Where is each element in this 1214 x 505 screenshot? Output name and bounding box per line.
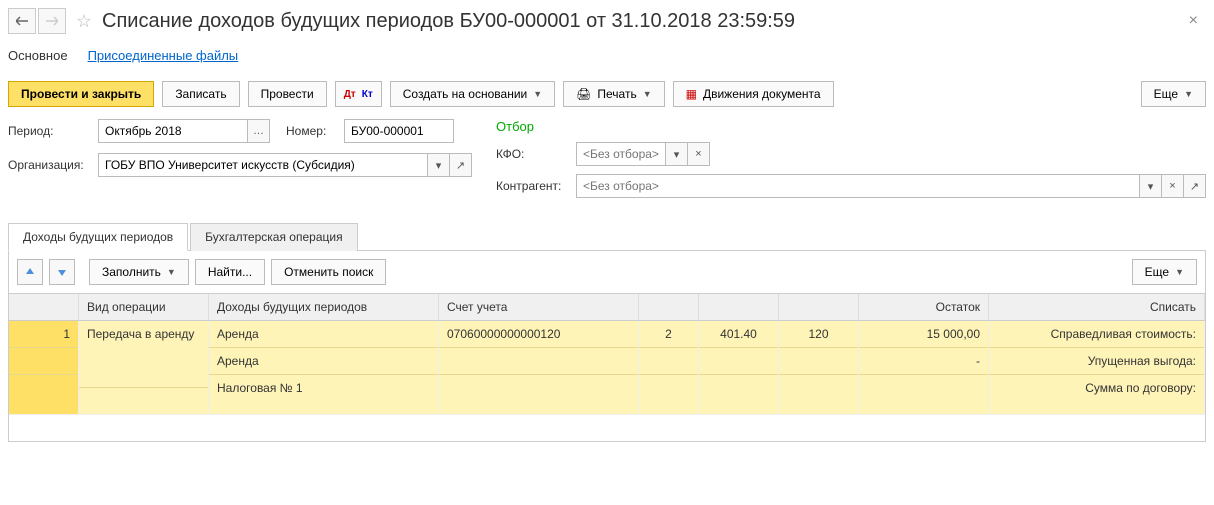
col-num-header[interactable] — [9, 294, 79, 320]
op-value: Передача в аренду — [79, 321, 208, 361]
w3: Сумма по договору: — [989, 375, 1204, 401]
org-input[interactable] — [98, 153, 428, 177]
col-write-header[interactable]: Списать — [989, 294, 1205, 320]
chevron-down-icon: ▼ — [1175, 267, 1184, 277]
cell-op: Передача в аренду — [79, 321, 209, 415]
chevron-down-icon: ▼ — [167, 267, 176, 277]
org-label: Организация: — [8, 158, 90, 172]
cell-write: Справедливая стоимость: Упущенная выгода… — [989, 321, 1205, 415]
data-grid: Вид операции Доходы будущих периодов Сче… — [8, 293, 1206, 442]
print-label: Печать — [597, 87, 636, 101]
tab-accounting[interactable]: Бухгалтерская операция — [190, 223, 357, 251]
cell-rest: 15 000,00 - — [859, 321, 989, 415]
print-button[interactable]: 🖨 Печать ▼ — [563, 81, 664, 107]
kfo-label: КФО: — [496, 147, 568, 161]
dbp1: Аренда — [209, 321, 438, 348]
w1: Справедливая стоимость: — [989, 321, 1204, 348]
table-more-button[interactable]: Еще ▼ — [1132, 259, 1197, 285]
cell-dbp: Аренда Аренда Налоговая № 1 — [209, 321, 439, 415]
section-tab-files[interactable]: Присоединенные файлы — [88, 44, 239, 67]
kfo-input[interactable] — [576, 142, 666, 166]
cell-num: 1 — [9, 321, 79, 415]
a3-value: 120 — [779, 321, 858, 348]
document-title: Списание доходов будущих периодов БУ00-0… — [102, 10, 795, 33]
dtkt-button[interactable]: ДтКт — [335, 81, 382, 107]
tab-incomes[interactable]: Доходы будущих периодов — [8, 223, 188, 251]
contr-open-button[interactable]: ↗ — [1184, 174, 1206, 198]
period-select-button[interactable]: … — [248, 119, 270, 143]
acc-value: 07060000000000120 — [439, 321, 638, 348]
cell-acc: 07060000000000120 — [439, 321, 639, 415]
movements-label: Движения документа — [703, 87, 821, 101]
col-a3-header[interactable] — [779, 294, 859, 320]
fill-button[interactable]: Заполнить ▼ — [89, 259, 189, 285]
create-based-button[interactable]: Создать на основании ▼ — [390, 81, 555, 107]
table-row[interactable]: 1 Передача в аренду Аренда Аренда Налого… — [9, 321, 1205, 415]
number-label: Номер: — [286, 124, 336, 138]
save-button[interactable]: Записать — [162, 81, 239, 107]
movements-button[interactable]: ▦ Движения документа — [673, 81, 834, 107]
dbp2: Аренда — [209, 348, 438, 375]
org-open-button[interactable]: ↗ — [450, 153, 472, 177]
contr-clear-button[interactable]: × — [1162, 174, 1184, 198]
col-op-header[interactable]: Вид операции — [79, 294, 209, 320]
dbp3: Налоговая № 1 — [209, 375, 438, 401]
close-button[interactable]: × — [1181, 8, 1206, 34]
contr-label: Контрагент: — [496, 179, 568, 193]
col-acc-header[interactable]: Счет учета — [439, 294, 639, 320]
printer-icon: 🖨 — [576, 87, 591, 101]
col-a1-header[interactable] — [639, 294, 699, 320]
forward-button[interactable] — [38, 8, 66, 34]
col-rest-header[interactable]: Остаток — [859, 294, 989, 320]
kfo-clear-button[interactable]: × — [688, 142, 710, 166]
more-label: Еще — [1154, 87, 1178, 101]
cell-a1: 2 — [639, 321, 699, 415]
contr-dropdown-button[interactable]: ▾ — [1140, 174, 1162, 198]
period-label: Период: — [8, 124, 90, 138]
fill-label: Заполнить — [102, 265, 161, 279]
cancel-find-button[interactable]: Отменить поиск — [271, 259, 386, 285]
a2-value: 401.40 — [699, 321, 778, 348]
number-input[interactable] — [344, 119, 454, 143]
chevron-down-icon: ▼ — [1184, 89, 1193, 99]
period-input[interactable] — [98, 119, 248, 143]
post-and-close-button[interactable]: Провести и закрыть — [8, 81, 154, 107]
more-button[interactable]: Еще ▼ — [1141, 81, 1206, 107]
kfo-dropdown-button[interactable]: ▾ — [666, 142, 688, 166]
create-based-label: Создать на основании — [403, 87, 528, 101]
document-icon: ▦ — [686, 87, 697, 101]
a1-value: 2 — [639, 321, 698, 348]
row-number: 1 — [9, 321, 78, 348]
move-up-button[interactable] — [17, 259, 43, 285]
section-tab-main[interactable]: Основное — [8, 44, 68, 67]
col-a2-header[interactable] — [699, 294, 779, 320]
filter-title: Отбор — [496, 119, 1206, 134]
cell-a3: 120 — [779, 321, 859, 415]
favorite-icon[interactable]: ☆ — [74, 11, 94, 31]
table-more-label: Еще — [1145, 265, 1169, 279]
cell-a2: 401.40 — [699, 321, 779, 415]
move-down-button[interactable] — [49, 259, 75, 285]
chevron-down-icon: ▼ — [643, 89, 652, 99]
rest-dash: - — [859, 348, 988, 375]
w2: Упущенная выгода: — [989, 348, 1204, 375]
org-dropdown-button[interactable]: ▾ — [428, 153, 450, 177]
chevron-down-icon: ▼ — [533, 89, 542, 99]
find-button[interactable]: Найти... — [195, 259, 265, 285]
col-dbp-header[interactable]: Доходы будущих периодов — [209, 294, 439, 320]
post-button[interactable]: Провести — [248, 81, 327, 107]
back-button[interactable] — [8, 8, 36, 34]
rest-value: 15 000,00 — [859, 321, 988, 348]
contr-input[interactable] — [576, 174, 1140, 198]
